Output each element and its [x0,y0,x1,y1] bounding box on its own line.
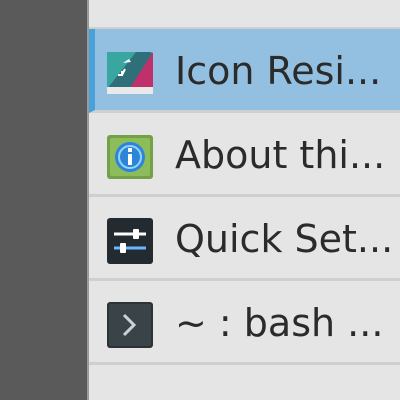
task-item-quick-settings[interactable]: Quick Set... [89,197,400,281]
task-item-label: About thi... [175,133,386,177]
desktop-left-pane [0,0,89,400]
task-item-label: ~ : bash ... [175,301,384,345]
task-item-label: Quick Set... [175,217,394,261]
task-item-about[interactable]: About thi... [89,113,400,197]
task-item-terminal[interactable]: ~ : bash ... [89,281,400,365]
task-manager-list: Icon Resi... About thi... Quick Set... ~… [89,0,400,400]
task-item-icon-resizer[interactable]: Icon Resi... [89,29,400,113]
icon-resizer-icon [107,52,153,94]
about-info-icon [107,135,153,179]
task-item-label: Icon Resi... [175,49,382,93]
terminal-icon [107,302,153,348]
screen: Icon Resi... About thi... Quick Set... ~… [0,0,400,400]
quick-settings-icon [107,218,153,264]
task-list-top-spacer [89,0,400,29]
